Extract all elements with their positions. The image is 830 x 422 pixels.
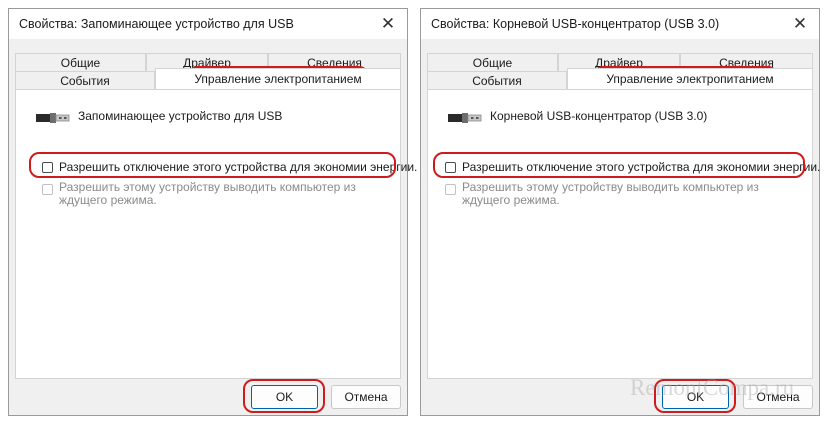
tab-power-management[interactable]: Управление электропитанием [155, 68, 401, 89]
power-management-panel: Запоминающее устройство для USB Разрешит… [15, 89, 417, 379]
cancel-button[interactable]: Отмена [743, 385, 813, 409]
title-bar: Свойства: Запоминающее устройство для US… [9, 9, 407, 39]
usb-plug-icon [448, 113, 482, 123]
allow-wake-label: Разрешить этому устройству выводить комп… [462, 180, 759, 207]
allow-wake-label: Разрешить этому устройству выводить комп… [59, 180, 356, 207]
ok-button[interactable]: OK [662, 385, 729, 409]
properties-dialog-usb-storage: Свойства: Запоминающее устройство для US… [8, 8, 417, 416]
tab-events[interactable]: События [427, 71, 567, 89]
allow-power-off-label: Разрешить отключение этого устройства дл… [462, 160, 821, 174]
close-icon[interactable]: ✕ [789, 13, 811, 35]
device-name: Запоминающее устройство для USB [78, 109, 283, 123]
close-icon[interactable]: ✕ [377, 13, 399, 35]
tab-general[interactable]: Общие [15, 53, 146, 71]
power-management-panel: Корневой USB-концентратор (USB 3.0) Разр… [427, 89, 820, 379]
title-bar: Свойства: Корневой USB-концентратор (USB… [421, 9, 819, 39]
allow-power-off-checkbox[interactable] [42, 162, 53, 173]
tab-general[interactable]: Общие [427, 53, 558, 71]
usb-plug-icon [36, 113, 70, 123]
allow-wake-checkbox [445, 184, 456, 195]
dialog-title: Свойства: Корневой USB-концентратор (USB… [431, 17, 720, 31]
dialog-title: Свойства: Запоминающее устройство для US… [19, 17, 294, 31]
allow-power-off-checkbox[interactable] [445, 162, 456, 173]
tab-power-management[interactable]: Управление электропитанием [567, 68, 813, 89]
ok-button[interactable]: OK [251, 385, 318, 409]
tab-events[interactable]: События [15, 71, 155, 89]
cancel-button[interactable]: Отмена [331, 385, 401, 409]
allow-wake-checkbox [42, 184, 53, 195]
allow-power-off-label: Разрешить отключение этого устройства дл… [59, 160, 418, 174]
device-name: Корневой USB-концентратор (USB 3.0) [490, 109, 708, 123]
properties-dialog-usb-root-hub: Свойства: Корневой USB-концентратор (USB… [420, 8, 820, 416]
